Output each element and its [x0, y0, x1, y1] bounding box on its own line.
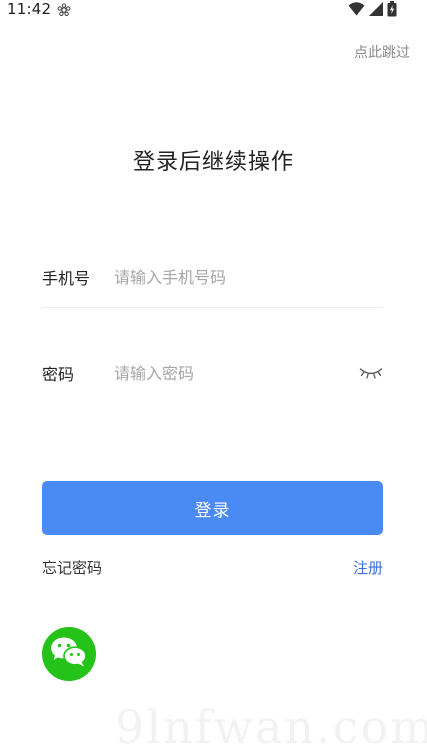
register-link[interactable]: 注册	[353, 557, 383, 578]
wechat-login-button[interactable]	[42, 627, 96, 681]
forgot-password-link[interactable]: 忘记密码	[42, 557, 102, 578]
password-row: 密码	[42, 353, 383, 393]
watermark: 9lnfwan.com	[115, 700, 427, 754]
phone-row: 手机号	[42, 257, 383, 297]
battery-icon	[387, 1, 397, 17]
eye-closed-icon[interactable]	[359, 365, 383, 381]
page-title: 登录后继续操作	[132, 150, 294, 175]
signal-icon	[369, 2, 383, 16]
flower-icon	[57, 2, 71, 17]
status-icons	[348, 1, 397, 17]
phone-input[interactable]	[114, 257, 383, 297]
phone-label: 手机号	[42, 269, 91, 288]
status-time: 11:42	[7, 0, 52, 18]
password-label: 密码	[42, 365, 75, 384]
wechat-icon	[49, 635, 89, 673]
password-input[interactable]	[114, 353, 383, 393]
login-button[interactable]: 登录	[42, 481, 383, 535]
wifi-icon	[348, 2, 365, 16]
skip-link[interactable]: 点此跳过	[354, 42, 410, 62]
login-screen: 11:42 点此跳过 登录后继续操作 手机号 请输入手机号码 密码 登录 忘记密…	[0, 0, 427, 756]
status-bar: 11:42	[0, 0, 427, 20]
phone-divider	[42, 307, 383, 308]
